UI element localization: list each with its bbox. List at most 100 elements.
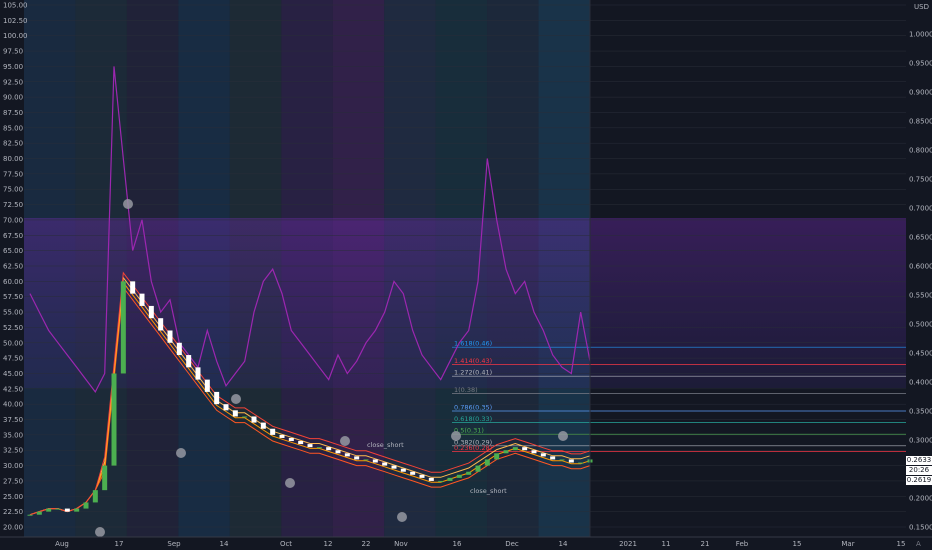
candle (363, 459, 369, 461)
right-axis-tick: 0.9000 (909, 89, 932, 97)
candle (466, 471, 472, 475)
candle (307, 444, 313, 448)
left-axis-tick: 37.50 (3, 416, 23, 424)
candle (55, 508, 61, 510)
candle (391, 465, 397, 469)
left-axis-tick: 60.00 (3, 278, 23, 286)
candle (475, 465, 481, 472)
candle (111, 373, 117, 466)
candle (223, 404, 229, 411)
candle (372, 459, 378, 463)
candle (120, 281, 126, 374)
candle (148, 305, 154, 319)
candle (195, 367, 201, 380)
candle (559, 459, 565, 461)
right-axis-tick: 0.4000 (909, 379, 932, 387)
candle (260, 422, 266, 429)
left-axis-tick: 27.50 (3, 477, 23, 485)
candle (83, 502, 89, 509)
left-axis-tick: 35.00 (3, 431, 23, 439)
candle (176, 342, 182, 356)
trade-annotation: close_short (470, 487, 507, 495)
right-axis-tick: 0.8500 (909, 118, 932, 126)
candle (102, 465, 108, 491)
auto-scale-button[interactable]: A (916, 540, 921, 548)
signal-marker (95, 527, 105, 537)
time-axis-tick: Feb (736, 540, 749, 548)
time-axis-tick: 2021 (619, 540, 637, 548)
right-axis-tick: 0.4500 (909, 350, 932, 358)
left-axis-tick: 97.50 (3, 48, 23, 56)
time-axis-tick: Oct (280, 540, 292, 548)
left-axis-tick: 40.00 (3, 401, 23, 409)
time-axis-tick: Mar (841, 540, 854, 548)
time-axis-tick: Aug (55, 540, 69, 548)
left-axis-tick: 67.50 (3, 232, 23, 240)
countdown-badge: 20:26 (906, 466, 932, 475)
candle (503, 450, 509, 454)
price-chart[interactable]: 1.618(0.46) 1.414(0.43) 1.272(0.41) 1(0.38)… (0, 0, 932, 550)
prev-price-badge: 0.2619 (906, 476, 932, 485)
left-axis-tick: 72.50 (3, 201, 23, 209)
candle (456, 474, 462, 478)
left-axis-tick: 62.50 (3, 263, 23, 271)
signal-marker (231, 394, 241, 404)
candle (74, 508, 80, 512)
candle (298, 441, 304, 445)
time-axis[interactable]: Aug 17 Sep 14 Oct 12 22 Nov 16 Dec 14 2021 11 21 Feb 15… (0, 536, 932, 548)
left-axis-tick: 92.50 (3, 78, 23, 86)
candle (550, 456, 556, 460)
candle (335, 450, 341, 454)
right-axis-tick: 0.1500 (909, 524, 932, 532)
left-axis-tick: 32.50 (3, 447, 23, 455)
right-axis-tick: 0.6000 (909, 263, 932, 271)
candle (344, 453, 350, 457)
candle (27, 514, 33, 516)
candle (270, 428, 276, 435)
candle (484, 459, 490, 466)
right-axis-tick: 0.7500 (909, 176, 932, 184)
left-axis-tick: 52.50 (3, 324, 23, 332)
right-axis-tick: 0.9500 (909, 60, 932, 68)
fib-label: 0.786(0.35) (454, 404, 492, 412)
candle (232, 410, 238, 417)
candle (316, 447, 322, 449)
left-axis-tick: 82.50 (3, 140, 23, 148)
left-price-axis[interactable]: 105.00 102.50 100.00 97.50 95.00 92.50 90.00 87… (3, 2, 28, 532)
time-axis-tick: 12 (324, 540, 333, 548)
time-axis-tick: 22 (362, 540, 371, 548)
right-axis-tick: 0.3000 (909, 437, 932, 445)
candle (428, 477, 434, 481)
signal-marker (397, 512, 407, 522)
candle (326, 447, 332, 451)
candle (92, 490, 98, 503)
candle (167, 330, 173, 343)
candle (64, 508, 70, 512)
right-axis-tick: 0.2000 (909, 495, 932, 503)
fib-label: 1.272(0.41) (454, 369, 492, 377)
left-axis-tick: 85.00 (3, 124, 23, 132)
candle (494, 453, 500, 460)
candle (522, 447, 528, 451)
candle (400, 468, 406, 472)
time-axis-tick: 14 (559, 540, 568, 548)
signal-marker (340, 436, 350, 446)
candle (186, 355, 192, 368)
candle (214, 391, 220, 405)
left-axis-tick: 77.50 (3, 170, 23, 178)
candle (279, 434, 285, 438)
fib-label: 1.618(0.46) (454, 340, 492, 348)
left-axis-tick: 95.00 (3, 63, 23, 71)
time-axis-tick: Sep (167, 540, 181, 548)
right-axis-tick: 1.0000 (909, 31, 932, 39)
left-axis-tick: 55.00 (3, 309, 23, 317)
candle (419, 474, 425, 478)
left-axis-tick: 65.00 (3, 247, 23, 255)
left-axis-tick: 90.00 (3, 94, 23, 102)
left-axis-tick: 22.50 (3, 508, 23, 516)
candle (410, 471, 416, 475)
candle (447, 477, 453, 481)
signal-marker (451, 431, 461, 441)
trade-annotation: close_short (367, 441, 404, 449)
candle (251, 416, 257, 423)
